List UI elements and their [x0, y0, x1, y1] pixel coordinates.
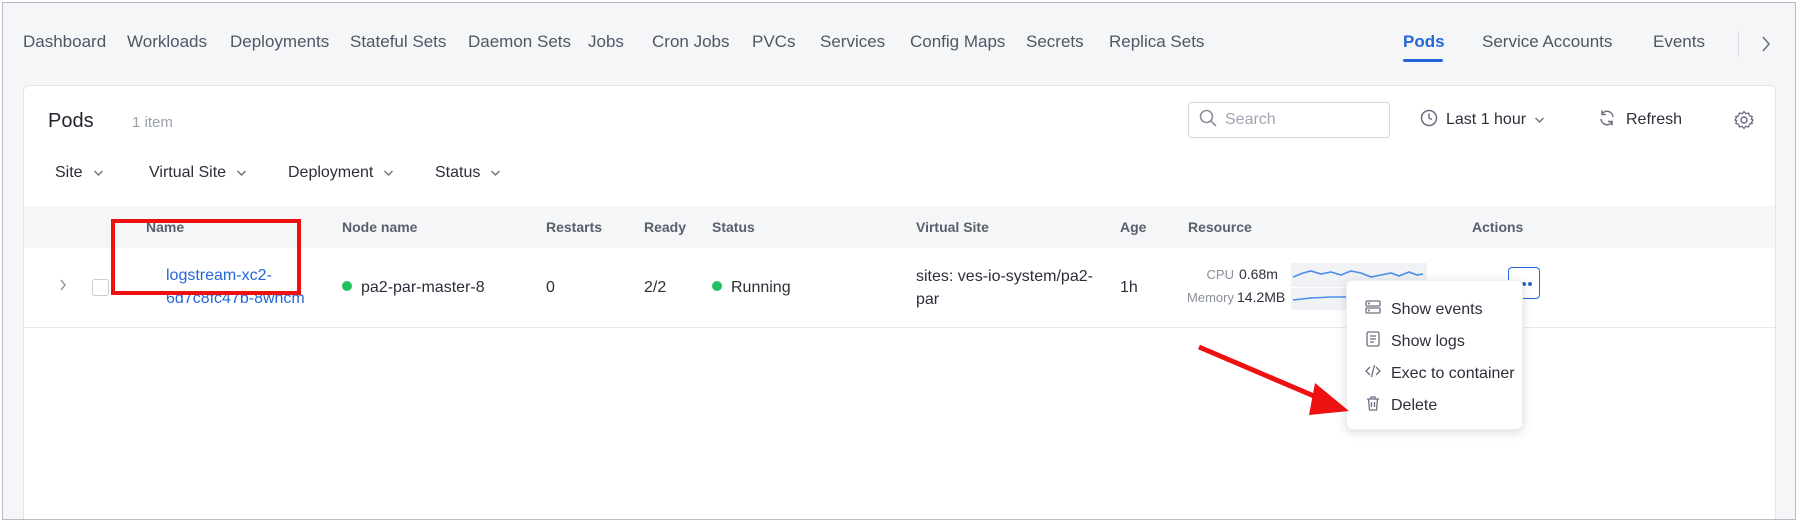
filter-deployment-label: Deployment — [288, 164, 374, 181]
filter-status[interactable]: Status — [435, 164, 501, 182]
tab-divider — [1738, 31, 1739, 57]
column-header-node[interactable]: Node name — [342, 219, 417, 235]
column-header-status[interactable]: Status — [712, 219, 755, 235]
running-status-dot — [712, 281, 722, 291]
active-tab-indicator — [1403, 59, 1443, 62]
refresh-label: Refresh — [1626, 111, 1683, 128]
menu-item-show-logs[interactable]: Show logs — [1365, 331, 1465, 352]
clock-icon — [1420, 109, 1438, 132]
memory-value: 14.2MB — [1237, 289, 1286, 305]
column-header-age[interactable]: Age — [1120, 219, 1146, 235]
menu-item-label: Exec to container — [1391, 364, 1515, 382]
window-frame: Dashboard Workloads Deployments Stateful… — [2, 2, 1796, 520]
column-header-ready[interactable]: Ready — [644, 219, 686, 235]
refresh-button[interactable]: Refresh — [1598, 102, 1682, 138]
tab-dashboard[interactable]: Dashboard — [23, 32, 106, 52]
tab-pods[interactable]: Pods — [1403, 32, 1445, 52]
tab-daemon-sets[interactable]: Daemon Sets — [468, 32, 571, 52]
chevron-down-icon — [236, 164, 247, 182]
ready-cell: 2/2 — [644, 279, 667, 296]
virtual-site-line1: sites: ves-io-system/pa2- — [916, 268, 1093, 285]
pods-panel: Pods 1 item Last 1 hour Refresh — [23, 85, 1776, 519]
pod-name-link[interactable]: logstream-xc2- 6d7c8fc47b-8whcm — [166, 264, 305, 310]
node-name-cell: pa2-par-master-8 — [342, 276, 485, 299]
search-icon — [1199, 109, 1217, 132]
column-header-name[interactable]: Name — [146, 219, 184, 235]
chevron-down-icon — [1534, 111, 1545, 129]
search-input[interactable] — [1225, 111, 1375, 129]
menu-item-label: Show events — [1391, 300, 1483, 318]
status-label: Running — [731, 279, 791, 296]
status-cell: Running — [712, 276, 791, 299]
memory-label: Memory — [1187, 290, 1234, 305]
filter-site-label: Site — [55, 164, 83, 181]
logs-icon — [1365, 331, 1381, 352]
filter-virtual-site[interactable]: Virtual Site — [149, 164, 247, 182]
filter-status-label: Status — [435, 164, 481, 181]
events-icon — [1365, 299, 1381, 320]
node-name: pa2-par-master-8 — [361, 279, 485, 296]
restarts-cell: 0 — [546, 279, 555, 296]
chevron-down-icon — [490, 164, 501, 182]
chevron-down-icon — [93, 164, 104, 182]
table-header: Name Node name Restarts Ready Status Vir… — [24, 206, 1775, 248]
tab-workloads[interactable]: Workloads — [127, 32, 207, 52]
pod-name-line1: logstream-xc2- — [166, 267, 272, 284]
chevron-down-icon — [383, 164, 394, 182]
menu-item-exec-to-container[interactable]: Exec to container — [1365, 363, 1515, 384]
row-actions-menu: Show events Show logs Exec to container … — [1346, 280, 1523, 430]
row-checkbox[interactable] — [92, 279, 109, 296]
time-range-picker[interactable]: Last 1 hour — [1420, 102, 1545, 138]
chevron-right-icon[interactable] — [1751, 29, 1781, 59]
column-header-resource: Resource — [1188, 219, 1252, 235]
trash-icon — [1365, 395, 1381, 416]
tab-services[interactable]: Services — [820, 32, 885, 52]
tab-service-accounts[interactable]: Service Accounts — [1482, 32, 1612, 52]
virtual-site-cell: sites: ves-io-system/pa2- par — [916, 265, 1093, 311]
menu-item-show-events[interactable]: Show events — [1365, 299, 1483, 320]
gear-icon[interactable] — [1729, 105, 1759, 135]
tab-cron-jobs[interactable]: Cron Jobs — [652, 32, 729, 52]
resource-tabs: Dashboard Workloads Deployments Stateful… — [3, 3, 1795, 85]
tab-secrets[interactable]: Secrets — [1026, 32, 1084, 52]
code-icon — [1365, 363, 1381, 384]
search-box[interactable] — [1188, 102, 1390, 138]
expand-row-icon[interactable] — [58, 276, 68, 297]
tab-config-maps[interactable]: Config Maps — [910, 32, 1005, 52]
tab-pvcs[interactable]: PVCs — [752, 32, 795, 52]
filter-virtual-site-label: Virtual Site — [149, 164, 227, 181]
age-cell: 1h — [1120, 279, 1138, 296]
pod-name-line2: 6d7c8fc47b-8whcm — [166, 290, 305, 307]
column-header-virtual-site[interactable]: Virtual Site — [916, 219, 989, 235]
cpu-value: 0.68m — [1239, 266, 1278, 282]
tab-jobs[interactable]: Jobs — [588, 32, 624, 52]
tab-replica-sets[interactable]: Replica Sets — [1109, 32, 1204, 52]
page-title: Pods — [48, 110, 94, 132]
filter-site[interactable]: Site — [55, 164, 104, 182]
filter-deployment[interactable]: Deployment — [288, 164, 394, 182]
refresh-icon — [1598, 109, 1616, 132]
tab-events[interactable]: Events — [1653, 32, 1705, 52]
time-range-label: Last 1 hour — [1446, 111, 1527, 128]
column-header-actions: Actions — [1472, 219, 1524, 235]
cpu-label: CPU — [1206, 267, 1234, 282]
menu-item-label: Show logs — [1391, 332, 1465, 350]
node-status-dot — [342, 281, 352, 291]
column-header-restarts[interactable]: Restarts — [546, 219, 602, 235]
item-count: 1 item — [132, 114, 173, 131]
virtual-site-line2: par — [916, 291, 940, 308]
tab-stateful-sets[interactable]: Stateful Sets — [350, 32, 446, 52]
menu-item-delete[interactable]: Delete — [1365, 395, 1437, 416]
tab-deployments[interactable]: Deployments — [230, 32, 329, 52]
menu-item-label: Delete — [1391, 396, 1438, 414]
